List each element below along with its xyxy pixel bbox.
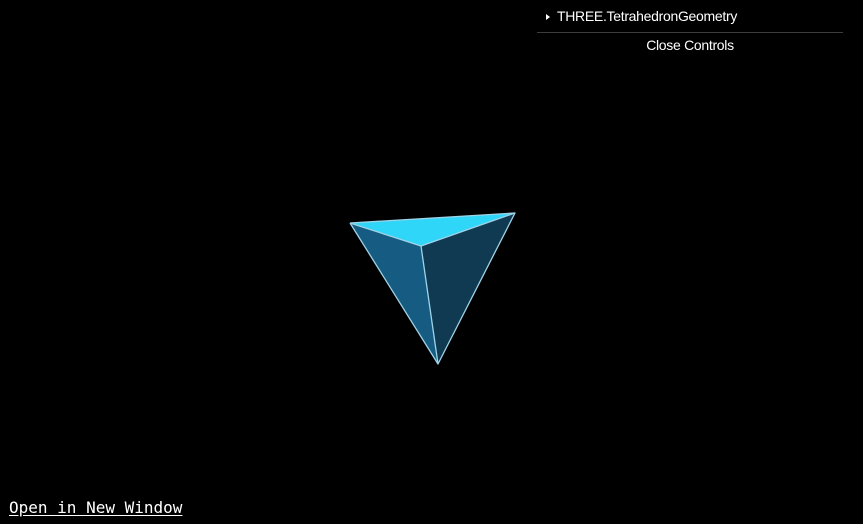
geometry-folder-label: THREE.TetrahedronGeometry <box>557 8 738 24</box>
close-controls-button[interactable]: Close Controls <box>537 33 843 58</box>
render-canvas[interactable] <box>0 0 863 524</box>
scene-svg <box>349 212 516 365</box>
geometry-folder[interactable]: THREE.TetrahedronGeometry <box>537 0 843 33</box>
caret-right-icon <box>546 13 550 20</box>
open-in-new-window-link[interactable]: Open in New Window <box>9 498 182 517</box>
controls-panel: THREE.TetrahedronGeometry Close Controls <box>537 0 843 58</box>
